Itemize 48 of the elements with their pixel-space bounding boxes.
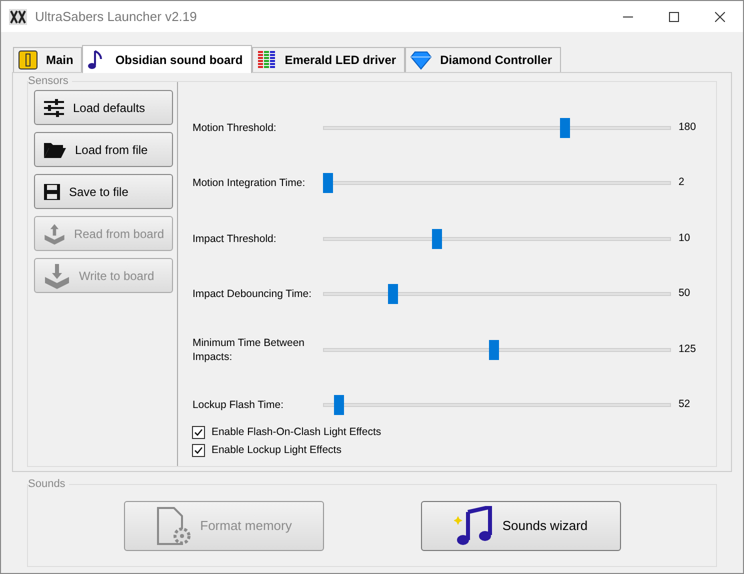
slider-thumb[interactable] — [560, 118, 570, 138]
led-bars-icon — [256, 50, 277, 70]
app-logo-icon — [9, 8, 27, 24]
diamond-icon — [410, 50, 432, 70]
maximize-icon — [669, 12, 679, 22]
slider-value: 125 — [678, 342, 696, 357]
tab[interactable]: Main — [13, 47, 82, 72]
sensor-button[interactable]: Save to file — [34, 174, 173, 209]
slider[interactable] — [323, 284, 672, 304]
slider-value: 10 — [678, 230, 690, 246]
sensor-button[interactable]: Load from file — [34, 132, 173, 167]
slider-label: Impact Threshold: — [192, 232, 278, 246]
slider-label: Impact Debouncing Time: — [192, 287, 313, 302]
slider-value: 50 — [678, 286, 690, 302]
slider[interactable] — [323, 173, 672, 194]
slider-thumb[interactable] — [334, 395, 344, 416]
slider-label: Minimum Time Between Impacts: — [192, 336, 306, 364]
slider[interactable] — [323, 228, 672, 249]
sensor-button[interactable]: Load defaults — [34, 90, 173, 125]
slider-value: 2 — [678, 175, 684, 190]
slider-value: 52 — [678, 397, 690, 412]
music-notes-icon — [454, 506, 494, 546]
download-tray-icon — [43, 262, 71, 288]
tab[interactable]: Diamond Controller — [405, 47, 562, 72]
checkbox-label: Enable Lockup Light Effects — [211, 442, 342, 458]
slider-value: 180 — [678, 120, 696, 135]
folder-icon — [43, 140, 67, 158]
slider-thumb[interactable] — [432, 228, 442, 249]
checkbox[interactable] — [192, 426, 206, 440]
slider-label: Lockup Flash Time: — [192, 398, 285, 412]
close-icon — [715, 12, 725, 22]
slider-thumb[interactable] — [489, 340, 500, 360]
door-icon — [18, 50, 38, 70]
slider[interactable] — [323, 395, 672, 416]
slider-label: Motion Threshold: — [192, 120, 278, 135]
slider-thumb[interactable] — [323, 173, 334, 194]
slider[interactable] — [323, 340, 672, 360]
checkbox[interactable] — [192, 444, 206, 458]
file-gear-icon — [156, 506, 192, 546]
sounds-button[interactable]: Sounds wizard — [421, 500, 621, 550]
slider[interactable] — [323, 118, 672, 138]
tab[interactable]: Obsidian sound board — [82, 45, 252, 73]
sliders-icon — [43, 98, 65, 118]
slider-thumb[interactable] — [388, 284, 398, 304]
slider-label: Motion Integration Time: — [192, 176, 306, 190]
window-title: UltraSabers Launcher v2.19 — [35, 8, 197, 26]
checkbox-label: Enable Flash-On-Clash Light Effects — [211, 425, 382, 440]
tab[interactable]: Emerald LED driver — [252, 47, 406, 72]
